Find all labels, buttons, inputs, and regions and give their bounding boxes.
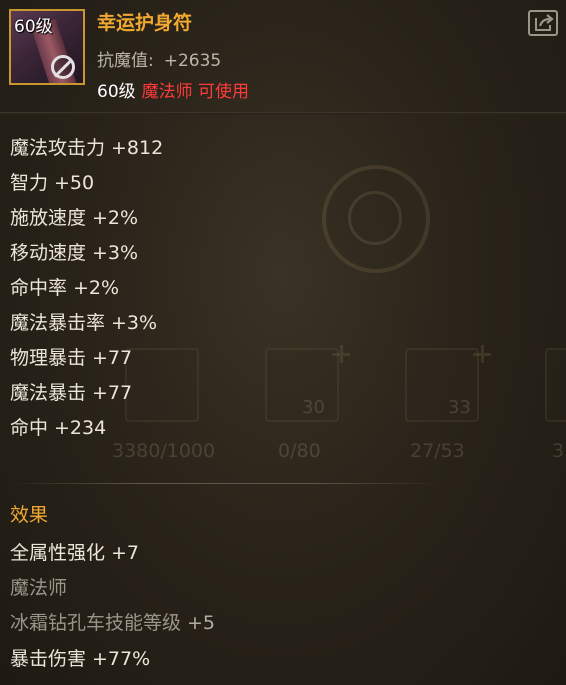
stat-line: 命中 +234: [10, 413, 106, 440]
header-divider: [0, 112, 566, 115]
background-plus-icon: [332, 345, 350, 363]
item-name: 幸运护身符: [97, 12, 193, 34]
stat-label: 命中率: [10, 277, 68, 299]
stat-value: +3%: [92, 242, 139, 264]
resist-line: 抗魔值: +2635: [97, 46, 221, 71]
background-slot-icon: [405, 348, 479, 422]
background-text: 27/53: [410, 440, 465, 462]
stat-label: 魔法暴击: [10, 382, 87, 404]
share-button[interactable]: [528, 10, 558, 36]
effect-label: 冰霜钻孔车技能等级: [10, 612, 182, 634]
effects-title: 效果: [10, 504, 49, 526]
share-icon: [535, 14, 554, 31]
stat-line: 命中率 +2%: [10, 273, 119, 300]
background-text: 33: [448, 397, 471, 418]
item-tooltip-panel: 30 33 3380/1000 0/80 27/53 3 60级 幸运护身符 抗…: [0, 0, 566, 685]
effect-line: 全属性强化 +7: [10, 538, 139, 565]
effect-line: 暴击伤害 +77%: [10, 644, 150, 671]
background-text: 3: [552, 440, 565, 462]
stat-value: +77: [92, 382, 133, 404]
stat-line: 魔法暴击 +77: [10, 378, 132, 405]
tooltip-header: 60级 幸运护身符 抗魔值: +2635 60级 魔法师 可使用: [0, 0, 566, 112]
effect-line: 魔法师: [10, 573, 67, 600]
stat-value: +3%: [111, 312, 158, 334]
item-level-badge: 60级: [14, 17, 53, 37]
background-slot-icon: [265, 348, 339, 422]
stat-value: +812: [111, 137, 164, 159]
background-plus-icon: [473, 345, 491, 363]
no-trade-icon: [51, 55, 75, 79]
effect-value: +5: [187, 612, 216, 634]
effect-label: 全属性强化: [10, 542, 106, 564]
stat-line: 智力 +50: [10, 168, 94, 195]
stat-label: 命中: [10, 417, 49, 439]
stat-value: +2%: [73, 277, 120, 299]
stat-value: +50: [54, 172, 95, 194]
background-slot-icon: [545, 348, 566, 422]
stat-value: +234: [54, 417, 107, 439]
section-divider: [10, 483, 440, 484]
stat-line: 魔法攻击力 +812: [10, 133, 163, 160]
resist-label: 抗魔值:: [97, 51, 154, 71]
stat-label: 魔法暴击率: [10, 312, 106, 334]
stat-line: 魔法暴击率 +3%: [10, 308, 157, 335]
effect-line: 冰霜钻孔车技能等级 +5: [10, 608, 215, 635]
stat-line: 物理暴击 +77: [10, 343, 132, 370]
effect-value: +7: [111, 542, 140, 564]
background-emblem-icon: [322, 165, 430, 273]
stat-value: +77: [92, 347, 133, 369]
amulet-icon[interactable]: 60级: [9, 9, 85, 85]
stat-label: 施放速度: [10, 207, 87, 229]
background-text: 3380/1000: [112, 440, 216, 462]
requirement-line: 60级 魔法师 可使用: [97, 77, 249, 102]
effect-label: 暴击伤害: [10, 648, 87, 670]
resist-value: +2635: [163, 51, 222, 71]
background-text: 30: [302, 397, 325, 418]
effect-label: 魔法师: [10, 577, 68, 599]
stat-line: 施放速度 +2%: [10, 203, 138, 230]
required-class: 魔法师 可使用: [141, 82, 250, 102]
stat-value: +2%: [92, 207, 139, 229]
required-level: 60级: [97, 82, 136, 102]
background-text: 0/80: [278, 440, 321, 462]
background-slot-icon: [125, 348, 199, 422]
stat-label: 魔法攻击力: [10, 137, 106, 159]
stat-line: 移动速度 +3%: [10, 238, 138, 265]
stat-label: 物理暴击: [10, 347, 87, 369]
stat-label: 智力: [10, 172, 49, 194]
stat-label: 移动速度: [10, 242, 87, 264]
effect-value: +77%: [92, 648, 151, 670]
